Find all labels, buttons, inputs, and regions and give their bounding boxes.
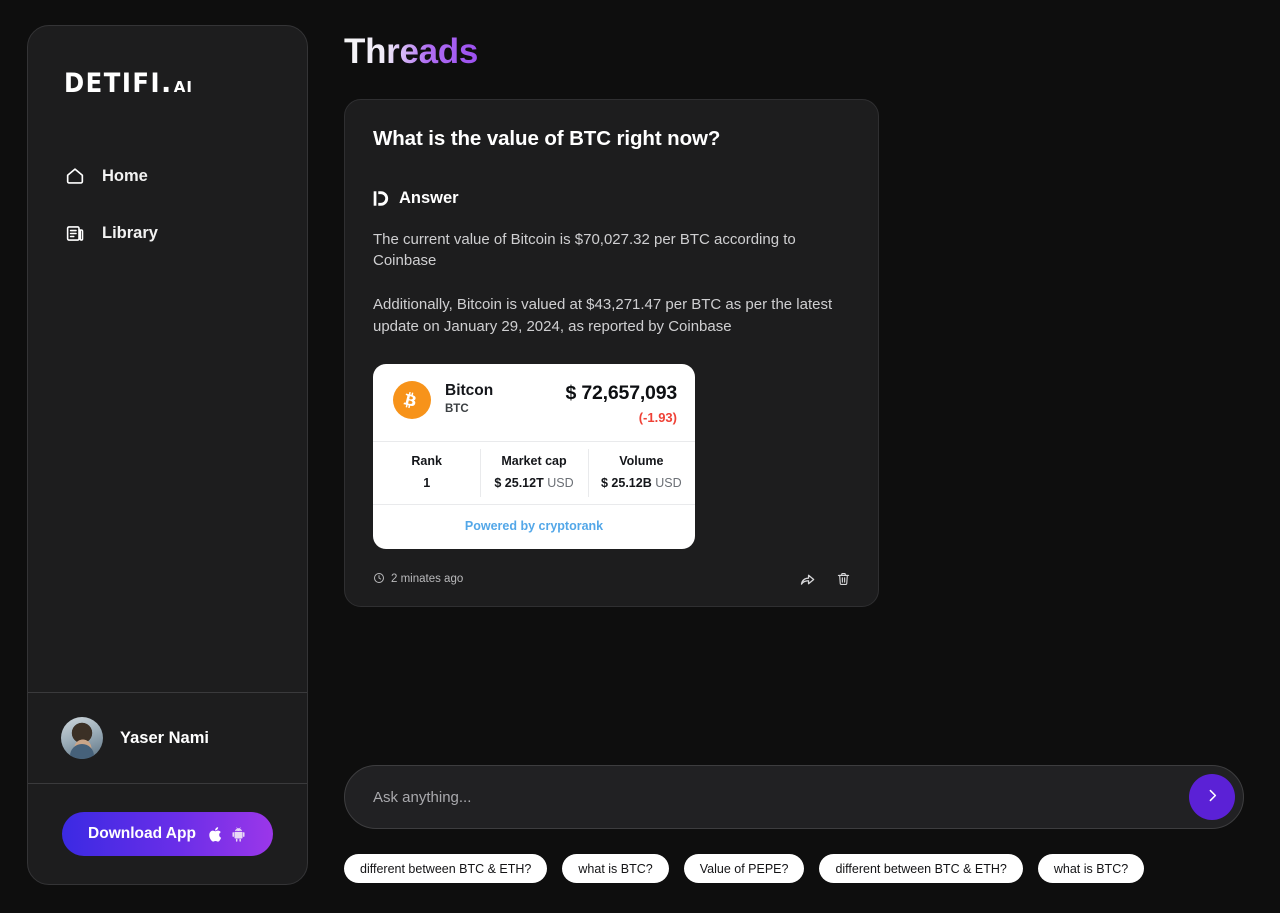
coin-price-block: $ 72,657,093 (-1.93) bbox=[565, 381, 678, 425]
stat-volume-label: Volume bbox=[619, 453, 664, 468]
sidebar-nav: Home Library bbox=[28, 156, 307, 270]
apple-icon bbox=[209, 826, 222, 842]
stat-rank: Rank 1 bbox=[373, 442, 480, 504]
sidebar: DETIFI. AI Home Library Yaser Nami Downl… bbox=[27, 25, 308, 885]
brand-logo-main: DETIFI bbox=[64, 68, 162, 99]
chevron-right-icon bbox=[1204, 787, 1221, 807]
stat-market-cap-number: $ 25.12T bbox=[494, 475, 544, 490]
suggestion-chip-3[interactable]: Value of PEPE? bbox=[683, 854, 805, 883]
coin-name: Bitcon bbox=[445, 381, 494, 399]
sidebar-item-library[interactable]: Library bbox=[64, 213, 307, 253]
answer-paragraph-2: Additionally, Bitcoin is valued at $43,2… bbox=[373, 296, 833, 335]
send-button[interactable] bbox=[1189, 774, 1235, 820]
thread-actions bbox=[799, 571, 851, 588]
stat-rank-value: 1 bbox=[373, 476, 480, 490]
coin-price-change: (-1.93) bbox=[638, 409, 677, 425]
ask-input[interactable] bbox=[373, 788, 1189, 806]
main-content: Threads What is the value of BTC right n… bbox=[344, 0, 1280, 913]
stat-market-cap-value: $ 25.12T USD bbox=[480, 476, 587, 490]
answer-label: Answer bbox=[399, 188, 459, 207]
sidebar-item-home-label: Home bbox=[102, 166, 148, 185]
suggestion-chip-1[interactable]: different between BTC & ETH? bbox=[344, 854, 548, 883]
crypto-card-footer: Powered by cryptorank bbox=[373, 503, 695, 549]
sidebar-item-library-label: Library bbox=[102, 223, 158, 242]
clock-icon bbox=[373, 572, 385, 587]
crypto-stats-row: Rank 1 Market cap $ 25.12T USD Volume $ … bbox=[373, 440, 695, 504]
share-icon[interactable] bbox=[799, 571, 816, 588]
thread-footer: 2 minates ago bbox=[373, 571, 851, 588]
answer-paragraph-1: The current value of Bitcoin is $70,027.… bbox=[373, 230, 796, 270]
coin-symbol: BTC bbox=[445, 403, 469, 416]
answer-header: Answer bbox=[373, 189, 851, 208]
bitcoin-icon bbox=[393, 380, 431, 419]
thread-timestamp: 2 minates ago bbox=[373, 572, 463, 587]
stat-market-cap: Market cap $ 25.12T USD bbox=[480, 442, 587, 504]
page-title: Threads bbox=[344, 32, 479, 71]
thread-card: What is the value of BTC right now? Answ… bbox=[344, 99, 879, 607]
brand-logo[interactable]: DETIFI. AI bbox=[28, 26, 307, 156]
home-icon bbox=[64, 165, 86, 187]
android-icon bbox=[232, 826, 245, 842]
brand-logo-ai: AI bbox=[173, 78, 193, 96]
stat-rank-number: 1 bbox=[423, 475, 431, 490]
stat-volume: Volume $ 25.12B USD bbox=[587, 442, 695, 504]
user-profile-name: Yaser Nami bbox=[120, 728, 209, 747]
suggestion-chips: different between BTC & ETH? what is BTC… bbox=[344, 854, 1145, 883]
suggestion-chip-2[interactable]: what is BTC? bbox=[562, 854, 669, 883]
stat-volume-unit: USD bbox=[655, 475, 682, 490]
download-app-label: Download App bbox=[88, 825, 196, 842]
brand-logo-dot: . bbox=[161, 68, 173, 99]
trash-icon[interactable] bbox=[836, 571, 851, 587]
detifi-d-icon bbox=[373, 189, 390, 208]
download-app-button[interactable]: Download App bbox=[62, 812, 273, 856]
ask-bar[interactable] bbox=[344, 765, 1244, 829]
library-icon bbox=[64, 222, 86, 244]
stat-market-cap-label: Market cap bbox=[501, 453, 567, 468]
download-section: Download App bbox=[28, 784, 307, 884]
crypto-price-card: Bitcon BTC $ 72,657,093 (-1.93) Rank 1 M… bbox=[373, 363, 695, 549]
sidebar-item-home[interactable]: Home bbox=[64, 156, 307, 196]
stat-volume-value: $ 25.12B USD bbox=[588, 476, 695, 490]
suggestion-chip-5[interactable]: what is BTC? bbox=[1037, 854, 1145, 883]
user-profile[interactable]: Yaser Nami bbox=[28, 692, 307, 784]
coin-identity: Bitcon BTC bbox=[445, 381, 493, 416]
avatar bbox=[61, 717, 103, 759]
suggestion-chip-4[interactable]: different between BTC & ETH? bbox=[819, 854, 1023, 883]
store-icons bbox=[207, 825, 247, 844]
stat-market-cap-unit: USD bbox=[547, 475, 574, 490]
coin-price: $ 72,657,093 bbox=[565, 381, 678, 404]
crypto-card-header: Bitcon BTC $ 72,657,093 (-1.93) bbox=[373, 364, 695, 441]
thread-question: What is the value of BTC right now? bbox=[373, 127, 721, 150]
powered-by-cryptorank-link[interactable]: Powered by cryptorank bbox=[465, 519, 603, 533]
thread-timestamp-label: 2 minates ago bbox=[391, 573, 464, 586]
stat-volume-number: $ 25.12B bbox=[601, 475, 652, 490]
stat-rank-label: Rank bbox=[411, 453, 442, 468]
